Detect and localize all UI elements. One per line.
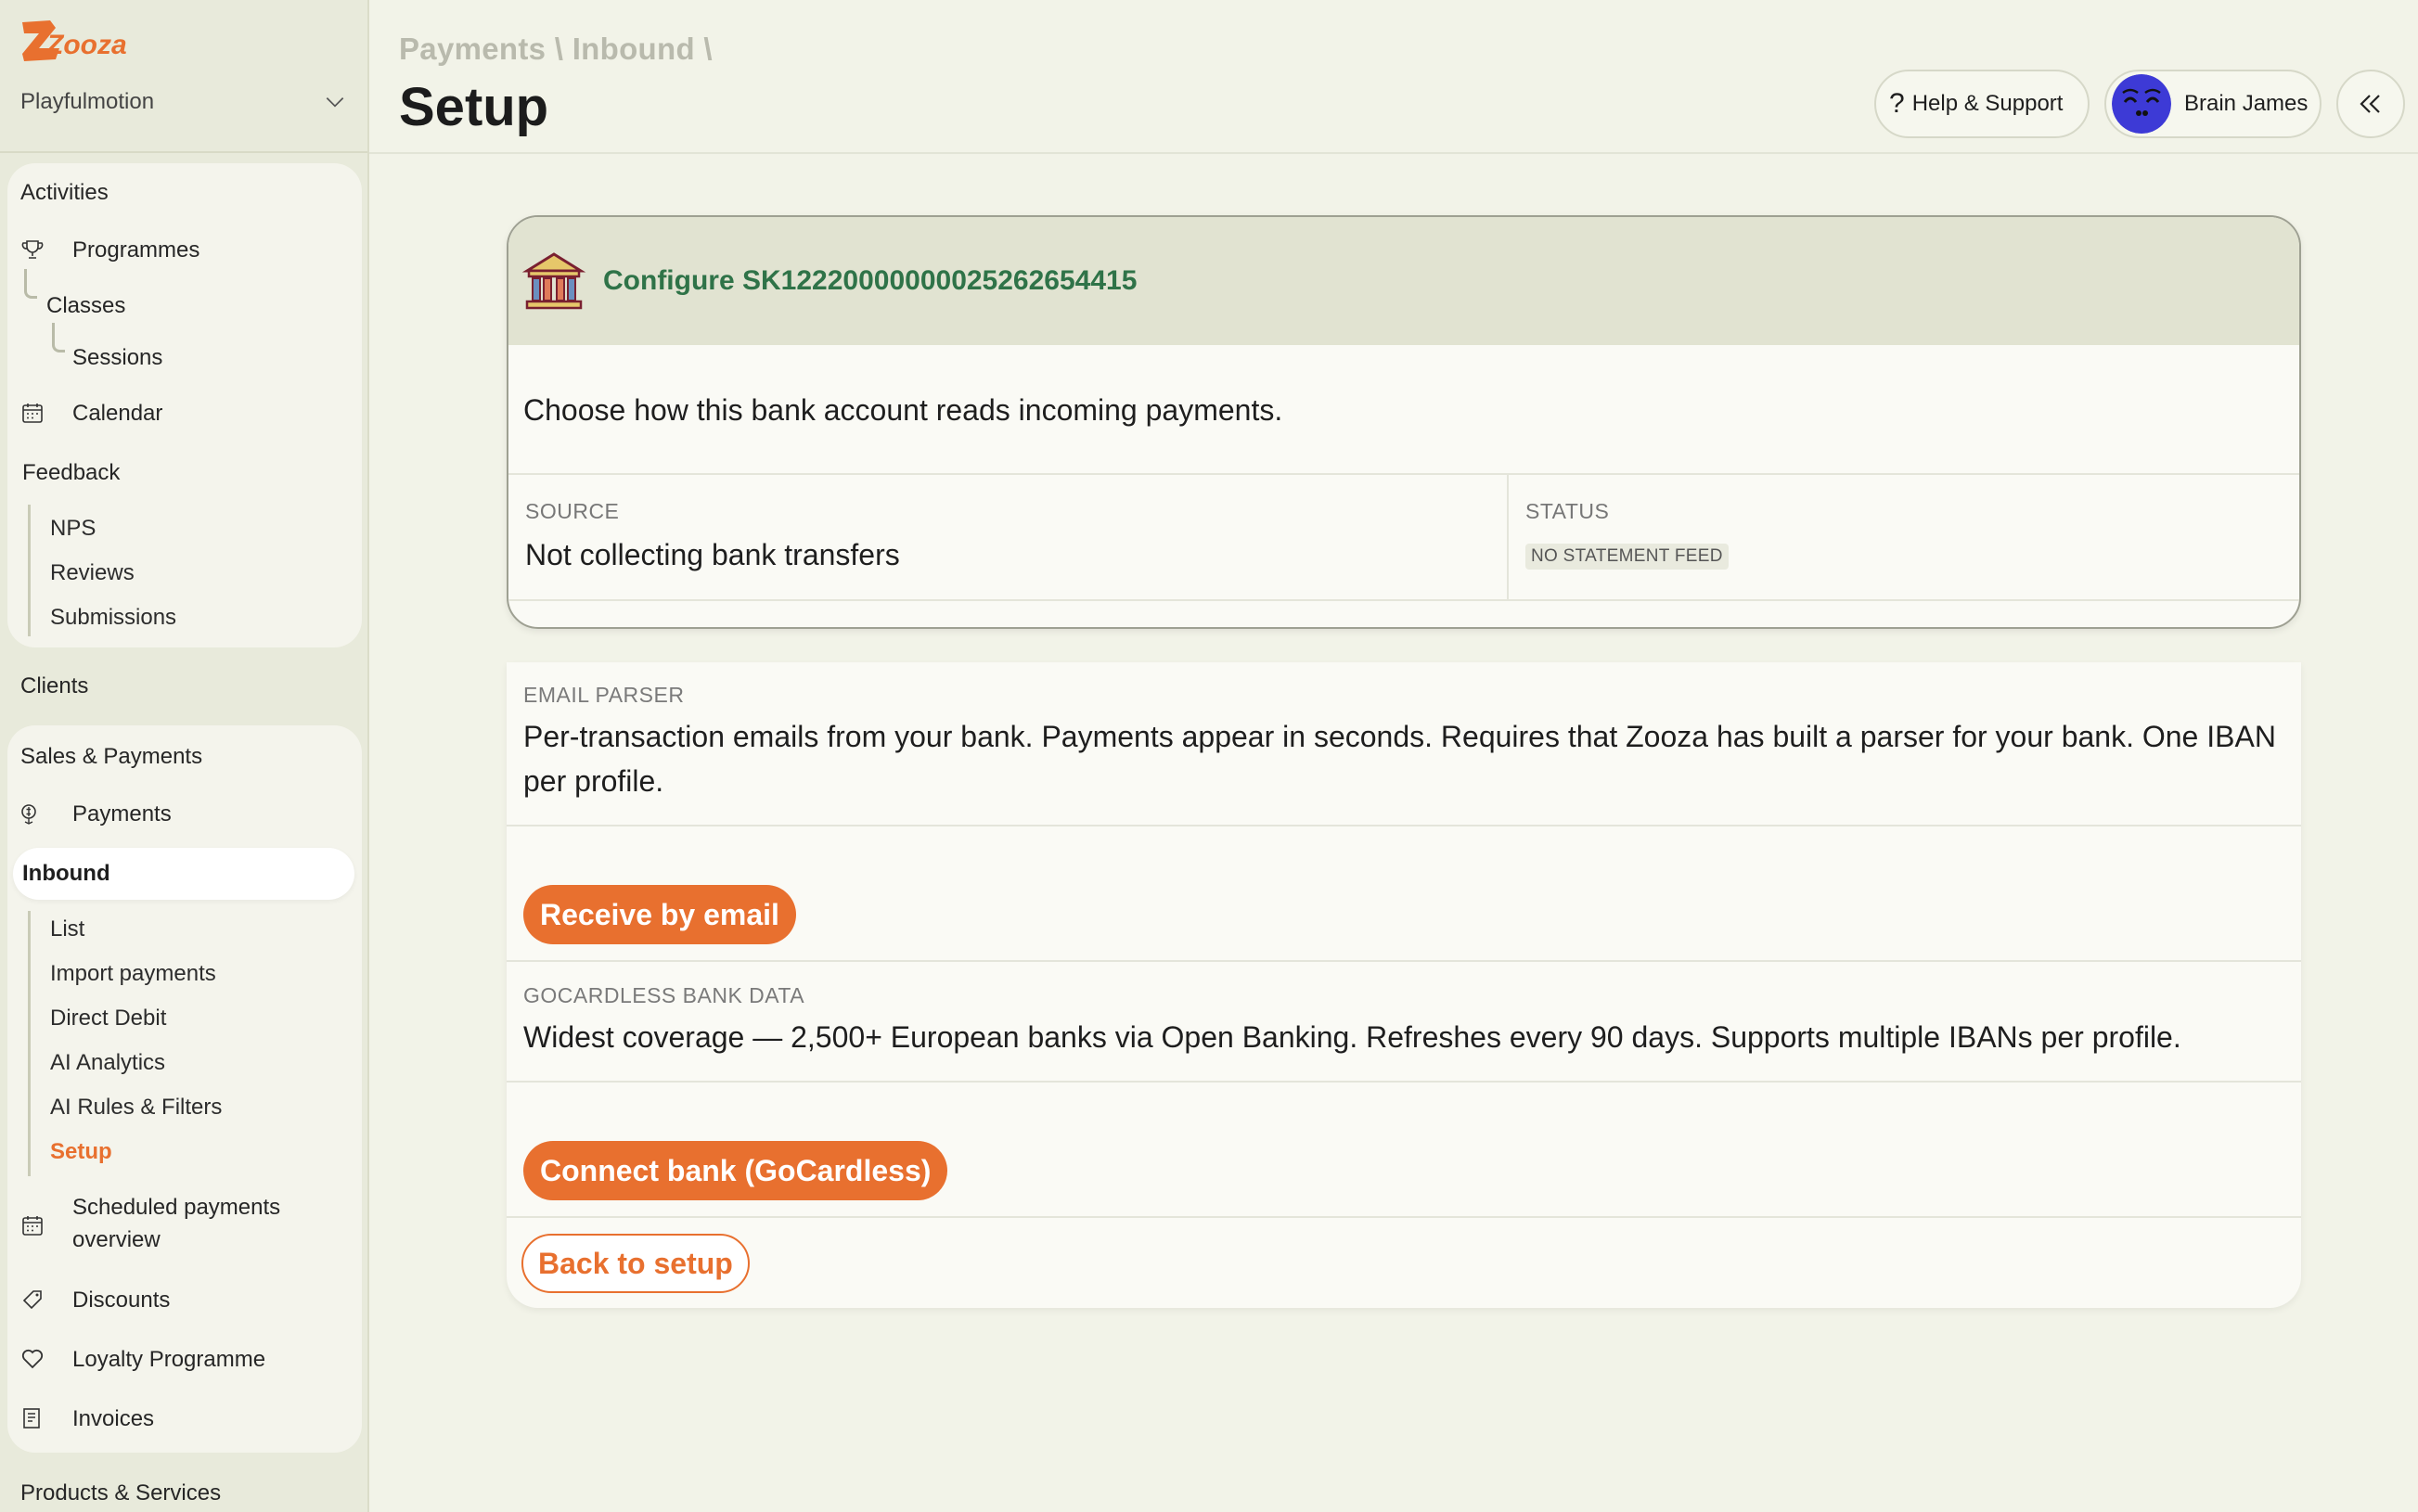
sidebar-item-reviews[interactable]: Reviews [50, 560, 135, 587]
tag-icon [20, 1288, 45, 1312]
card-description: Choose how this bank account reads incom… [523, 393, 1283, 427]
sidebar-item-inbound-label: Inbound [22, 861, 110, 886]
gocardless-description: Widest coverage — 2,500+ European banks … [523, 1020, 2181, 1054]
header-divider [369, 152, 2418, 154]
sidebar-item-submissions[interactable]: Submissions [50, 605, 176, 632]
receive-by-email-button[interactable]: Receive by email [523, 885, 796, 944]
configure-account-card: Configure SK12220000000025262654415 Choo… [507, 215, 2301, 629]
heart-icon [20, 1347, 45, 1371]
sales-card [7, 725, 362, 1453]
column-divider [1507, 473, 1509, 599]
scheduled-label-line2: overview [72, 1226, 161, 1252]
email-parser-label: EMAIL PARSER [523, 683, 685, 707]
card-title: Configure SK12220000000025262654415 [603, 265, 1138, 296]
inbound-tree-line [28, 911, 31, 1176]
sidebar-item-sessions[interactable]: Sessions [72, 345, 162, 372]
sidebar-item-clients[interactable]: Clients [20, 673, 88, 700]
org-name: Playfulmotion [20, 89, 155, 114]
breadcrumb-separator: \ [703, 32, 713, 66]
sidebar-item-inbound[interactable]: Inbound [13, 848, 354, 900]
feedback-tree-line [28, 505, 31, 636]
sidebar-item-calendar[interactable]: Calendar [72, 401, 162, 428]
tree-connector [52, 323, 65, 352]
sidebar-item-loyalty[interactable]: Loyalty Programme [72, 1347, 265, 1374]
status-badge: NO STATEMENT FEED [1525, 544, 1729, 570]
sidebar: Zooza Playfulmotion Activities Programme… [0, 0, 369, 1512]
avatar [2112, 74, 2171, 134]
row-divider [508, 599, 2299, 601]
zooza-logo[interactable]: Zooza [19, 15, 126, 67]
sidebar-item-setup[interactable]: Setup [50, 1139, 112, 1166]
money-icon [19, 801, 43, 826]
logo-text: Zooza [45, 30, 126, 60]
question-icon: ? [1889, 88, 1905, 119]
source-value: Not collecting bank transfers [525, 538, 900, 571]
help-support-label: Help & Support [1911, 91, 2064, 116]
tree-connector [24, 269, 37, 299]
sidebar-item-list[interactable]: List [50, 916, 84, 943]
sidebar-item-ai-rules[interactable]: AI Rules & Filters [50, 1095, 222, 1121]
card-header: Configure SK12220000000025262654415 [508, 217, 2299, 345]
sidebar-item-classes[interactable]: Classes [46, 293, 125, 320]
breadcrumb: Payments \ Inbound \ [399, 32, 713, 67]
feed-options-card: EMAIL PARSER Per-transaction emails from… [507, 662, 2301, 1308]
status-label: STATUS [1525, 499, 1610, 523]
row-divider [507, 960, 2301, 962]
breadcrumb-payments[interactable]: Payments [399, 32, 546, 66]
row-divider [507, 1081, 2301, 1083]
invoice-icon [20, 1406, 45, 1430]
email-parser-description: Per-transaction emails from your bank. P… [523, 720, 2276, 798]
sidebar-heading-activities: Activities [20, 180, 109, 205]
sidebar-item-ai-analytics[interactable]: AI Analytics [50, 1050, 165, 1077]
row-divider [507, 1216, 2301, 1218]
back-to-setup-button[interactable]: Back to setup [521, 1234, 750, 1293]
collapse-sidebar-button[interactable] [2336, 70, 2405, 138]
scheduled-calendar-icon [20, 1213, 45, 1237]
sidebar-item-programmes[interactable]: Programmes [72, 237, 199, 264]
sidebar-item-direct-debit[interactable]: Direct Debit [50, 1006, 166, 1032]
organization-switcher[interactable]: Playfulmotion [20, 83, 351, 121]
sidebar-item-discounts[interactable]: Discounts [72, 1288, 170, 1314]
sidebar-item-products[interactable]: Products & Services [20, 1480, 221, 1507]
connect-gocardless-button[interactable]: Connect bank (GoCardless) [523, 1141, 948, 1200]
user-name: Brain James [2184, 91, 2309, 116]
gocardless-label: GOCARDLESS BANK DATA [523, 983, 805, 1007]
sidebar-item-payments[interactable]: Payments [72, 801, 172, 828]
row-divider [508, 473, 2299, 475]
bank-icon [521, 252, 586, 310]
help-support-button[interactable]: ? Help & Support [1874, 70, 2090, 138]
breadcrumb-inbound[interactable]: Inbound [572, 32, 695, 66]
sidebar-item-scheduled-payments[interactable]: Scheduled payments overview [72, 1195, 280, 1254]
sidebar-item-nps[interactable]: NPS [50, 516, 96, 543]
source-label: SOURCE [525, 499, 620, 523]
double-chevron-left-icon [2360, 95, 2380, 113]
trophy-icon [20, 237, 45, 262]
page-title: Setup [399, 77, 549, 137]
sidebar-divider [0, 151, 367, 153]
user-menu-button[interactable]: Brain James [2104, 70, 2322, 138]
row-divider [507, 825, 2301, 826]
scheduled-label-line1: Scheduled payments [72, 1195, 281, 1220]
sidebar-item-invoices[interactable]: Invoices [72, 1406, 154, 1433]
sidebar-item-import-payments[interactable]: Import payments [50, 961, 216, 988]
calendar-icon [20, 401, 45, 425]
chevron-down-icon [326, 97, 344, 108]
sidebar-heading-feedback: Feedback [22, 460, 121, 485]
sidebar-heading-sales: Sales & Payments [20, 744, 203, 769]
breadcrumb-separator: \ [554, 32, 564, 66]
